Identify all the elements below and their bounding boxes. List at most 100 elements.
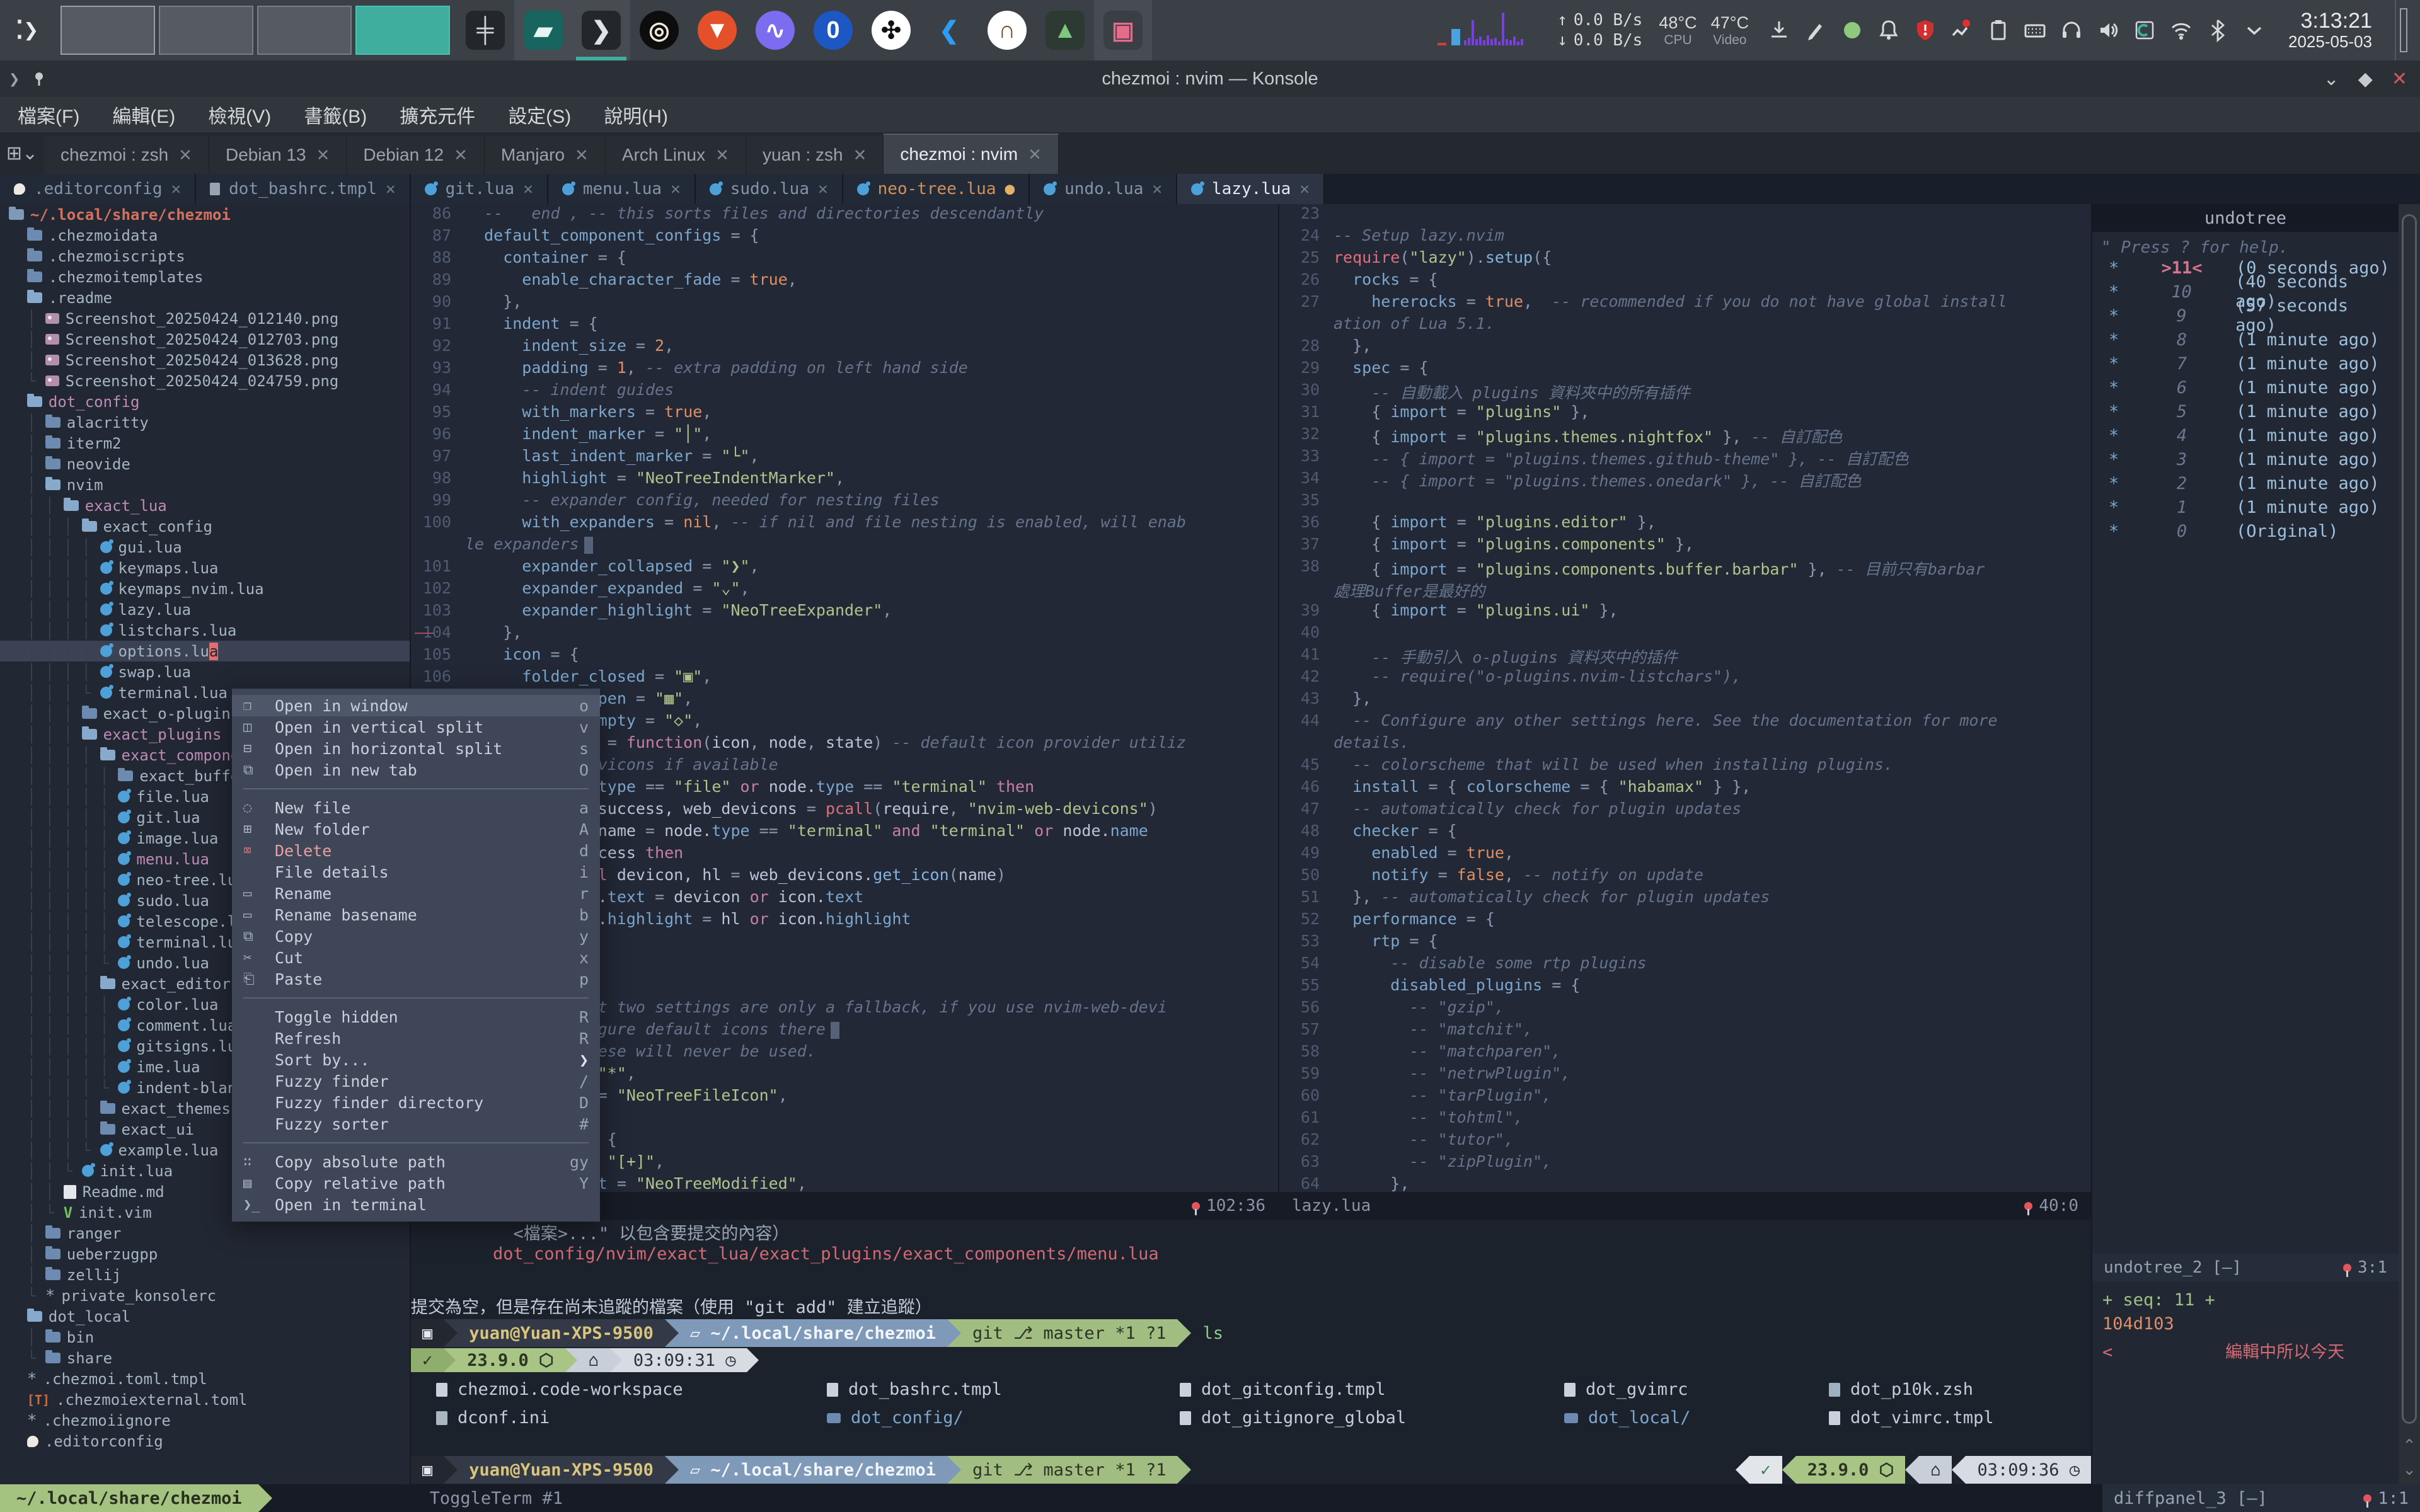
context-menu-item-Rename basename[interactable]: ▭Rename basenameb bbox=[232, 904, 600, 925]
context-menu-item-Sort by...[interactable]: Sort by...❯ bbox=[232, 1049, 600, 1070]
dolphin-file-manager-icon[interactable]: ▰ bbox=[514, 0, 572, 60]
scroll-down-icon[interactable]: ⌄ bbox=[2399, 1460, 2420, 1479]
undotree-entry-8[interactable]: *8(1 minute ago) bbox=[2092, 328, 2399, 352]
context-menu-item-Fuzzy sorter[interactable]: Fuzzy sorter# bbox=[232, 1113, 600, 1135]
menu-檢視(V)[interactable]: 檢視(V) bbox=[208, 101, 271, 129]
konsole-terminal-icon[interactable]: ❯ bbox=[572, 0, 630, 60]
context-menu-item-Toggle hidden[interactable]: Toggle hiddenR bbox=[232, 1006, 600, 1028]
color-picker-icon[interactable] bbox=[1802, 14, 1829, 47]
undotree-entry-1[interactable]: *1(1 minute ago) bbox=[2092, 495, 2399, 519]
context-menu-item-File details[interactable]: File detailsi bbox=[232, 861, 600, 883]
clipboard-icon[interactable] bbox=[1985, 14, 2012, 47]
tab-close-icon[interactable]: ✕ bbox=[316, 146, 330, 165]
obs-studio-icon[interactable]: ◎ bbox=[630, 0, 688, 60]
tree-item-Screenshot_20250424_024759.png[interactable]: └ Screenshot_20250424_024759.png bbox=[0, 370, 410, 391]
tab-close-icon[interactable]: ✕ bbox=[454, 146, 468, 165]
dbeaver-icon[interactable]: ∩ bbox=[978, 0, 1036, 60]
scrollbar-thumb[interactable] bbox=[2402, 214, 2417, 1424]
undotree-entry-3[interactable]: *3(1 minute ago) bbox=[2092, 447, 2399, 471]
buffer-tab-dot_bashrc.tmpl[interactable]: dot_bashrc.tmpl✕ bbox=[196, 174, 410, 204]
tree-item-share[interactable]: └ share bbox=[0, 1348, 410, 1368]
context-menu-item-Open in horizontal split[interactable]: ⊟Open in horizontal splits bbox=[232, 738, 600, 759]
tree-item-keymaps.lua[interactable]: │ │ │ │ keymaps.lua bbox=[0, 558, 410, 578]
context-menu-item-New file[interactable]: ◌New filea bbox=[232, 797, 600, 818]
menu-編輯(E)[interactable]: 編輯(E) bbox=[112, 101, 175, 129]
blue-shield-app-icon[interactable]: 0 bbox=[804, 0, 862, 60]
buffer-close-icon[interactable]: ✕ bbox=[818, 180, 828, 198]
buffer-close-icon[interactable]: ✕ bbox=[671, 180, 681, 198]
context-menu-item-Delete[interactable]: ⌧Deleted bbox=[232, 840, 600, 861]
green-chart-app-icon[interactable]: ▲ bbox=[1036, 0, 1094, 60]
undotree-entry-0[interactable]: *0(Original) bbox=[2092, 519, 2399, 543]
tab-close-icon[interactable]: ✕ bbox=[178, 146, 192, 165]
maximize-icon[interactable]: ◆ bbox=[2358, 68, 2373, 90]
undotree-entry-5[interactable]: *5(1 minute ago) bbox=[2092, 399, 2399, 423]
konsole-tab[interactable]: Arch Linux✕ bbox=[606, 136, 746, 174]
typed-command[interactable]: ls bbox=[1202, 1324, 1223, 1343]
buffer-close-icon[interactable]: ✕ bbox=[1152, 180, 1162, 198]
chatgpt-icon[interactable]: ✣ bbox=[862, 0, 920, 60]
clock-widget[interactable]: 3:13:21 2025-05-03 bbox=[2288, 9, 2372, 51]
undotree-entry-4[interactable]: *4(1 minute ago) bbox=[2092, 423, 2399, 447]
toggleterm-terminal[interactable]: <檔案>..." 以包含要提交的內容） dot_config/nvim/exac… bbox=[411, 1220, 2091, 1484]
tree-item-nvim[interactable]: │ nvim bbox=[0, 474, 410, 495]
buffer-tab-lazy.lua[interactable]: lazy.lua✕ bbox=[1177, 174, 1325, 204]
context-menu-item-Open in vertical split[interactable]: ◫Open in vertical splitv bbox=[232, 716, 600, 738]
konsole-tab[interactable]: Debian 13✕ bbox=[209, 136, 347, 174]
buffer-close-icon[interactable]: ✕ bbox=[386, 180, 396, 198]
buffer-tab-.editorconfig[interactable]: .editorconfig✕ bbox=[0, 174, 196, 204]
konsole-tab[interactable]: chezmoi : zsh✕ bbox=[44, 136, 209, 174]
tree-item-dot_config[interactable]: dot_config bbox=[0, 391, 410, 412]
tree-item-zellij[interactable]: │ zellij bbox=[0, 1264, 410, 1285]
context-menu-item-Copy absolute path[interactable]: ∷Copy absolute pathgy bbox=[232, 1151, 600, 1172]
tab-close-icon[interactable]: ✕ bbox=[575, 146, 589, 165]
context-menu-item-Rename[interactable]: ▭Renamer bbox=[232, 883, 600, 904]
red-dot-wave-icon[interactable] bbox=[1948, 14, 1976, 47]
virtual-desktop-1[interactable] bbox=[60, 6, 155, 55]
tree-item-exact_lua[interactable]: │ │ exact_lua bbox=[0, 495, 410, 516]
konsole-tab[interactable]: chezmoi : nvim✕ bbox=[884, 134, 1059, 174]
close-icon[interactable]: ✕ bbox=[2392, 68, 2407, 90]
menu-檔案(F)[interactable]: 檔案(F) bbox=[18, 101, 79, 129]
virtual-desktop-2[interactable] bbox=[159, 6, 253, 55]
window-menu-icon[interactable]: ⌄ bbox=[2324, 68, 2339, 90]
tree-item-iterm2[interactable]: │ iterm2 bbox=[0, 433, 410, 454]
context-menu-item-Open in window[interactable]: ❐Open in windowo bbox=[232, 695, 600, 716]
headset-icon[interactable] bbox=[2058, 14, 2085, 47]
tree-item-alacritty[interactable]: │ alacritty bbox=[0, 412, 410, 433]
screenshot-tool-icon[interactable]: ▣ bbox=[1094, 0, 1152, 60]
context-menu-item-Paste[interactable]: ⎗Pastep bbox=[232, 968, 600, 990]
menu-書籤(B)[interactable]: 書籤(B) bbox=[304, 101, 367, 129]
tree-item-gui.lua[interactable]: │ │ │ │ gui.lua bbox=[0, 537, 410, 558]
tree-item-~/.local/share/chezmoi[interactable]: ~/.local/share/chezmoi bbox=[0, 204, 410, 225]
tree-item-.chezmoiscripts[interactable]: .chezmoiscripts bbox=[0, 246, 410, 266]
modified-dot-icon[interactable]: ● bbox=[1005, 180, 1015, 198]
konsole-tab[interactable]: yuan : zsh✕ bbox=[746, 136, 884, 174]
context-menu-item-Refresh[interactable]: RefreshR bbox=[232, 1028, 600, 1049]
virtual-desktop-pager[interactable] bbox=[60, 5, 450, 55]
settings-sliders-icon[interactable]: ╪ bbox=[456, 0, 514, 60]
menu-擴充元件[interactable]: 擴充元件 bbox=[400, 101, 475, 129]
undotree-entry-2[interactable]: *2(1 minute ago) bbox=[2092, 471, 2399, 495]
tab-close-icon[interactable]: ✕ bbox=[715, 146, 729, 165]
tab-close-icon[interactable]: ✕ bbox=[1028, 145, 1042, 164]
context-menu-item-Cut[interactable]: ✂Cutx bbox=[232, 947, 600, 968]
teal-box-icon[interactable] bbox=[2131, 14, 2158, 47]
network-graph-icon[interactable] bbox=[1434, 10, 1541, 50]
status-dot-icon[interactable] bbox=[1838, 14, 1866, 47]
purple-wave-app-icon[interactable]: ∿ bbox=[746, 0, 804, 60]
virtual-desktop-4[interactable] bbox=[355, 6, 450, 55]
konsole-scrollbar[interactable]: ⌃ ⌄ bbox=[2399, 204, 2420, 1484]
undotree-entry-7[interactable]: *7(1 minute ago) bbox=[2092, 352, 2399, 375]
tree-item-ranger[interactable]: │ ranger bbox=[0, 1223, 410, 1244]
tree-item-.chezmoidata[interactable]: .chezmoidata bbox=[0, 225, 410, 246]
tree-item-.chezmoitemplates[interactable]: .chezmoitemplates bbox=[0, 266, 410, 287]
brave-browser-icon[interactable]: ▼ bbox=[688, 0, 746, 60]
konsole-tab[interactable]: Debian 12✕ bbox=[347, 136, 484, 174]
buffer-tab-sudo.lua[interactable]: sudo.lua✕ bbox=[696, 174, 843, 204]
context-menu-item-Open in new tab[interactable]: ⧉Open in new tabO bbox=[232, 759, 600, 781]
tray-download-icon[interactable] bbox=[1765, 14, 1793, 47]
buffer-tab-menu.lua[interactable]: menu.lua✕ bbox=[548, 174, 696, 204]
tree-item-listchars.lua[interactable]: │ │ │ │ listchars.lua bbox=[0, 620, 410, 641]
undotree-entry-9[interactable]: *9(57 seconds ago) bbox=[2092, 304, 2399, 328]
